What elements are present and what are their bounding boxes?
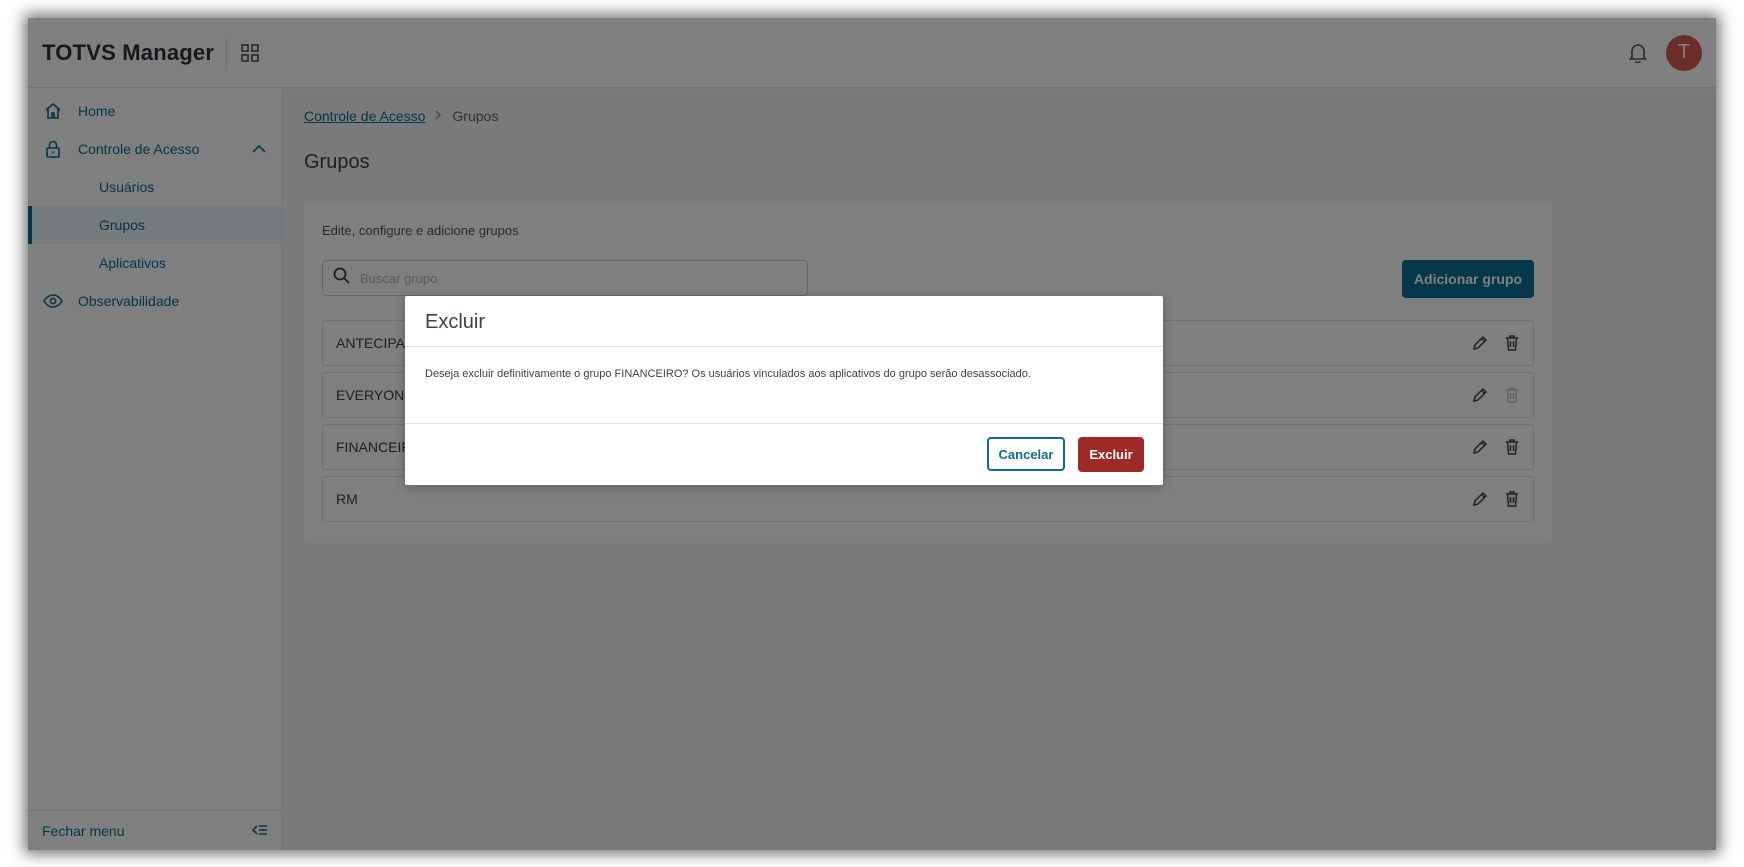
delete-confirm-dialog: Excluir Deseja excluir definitivamente o… (405, 296, 1163, 485)
cancel-button[interactable]: Cancelar (987, 437, 1065, 471)
confirm-delete-button[interactable]: Excluir (1078, 437, 1144, 472)
dialog-title: Excluir (405, 296, 1163, 347)
dialog-footer: Cancelar Excluir (405, 424, 1163, 484)
dialog-message: Deseja excluir definitivamente o grupo F… (405, 347, 1163, 424)
